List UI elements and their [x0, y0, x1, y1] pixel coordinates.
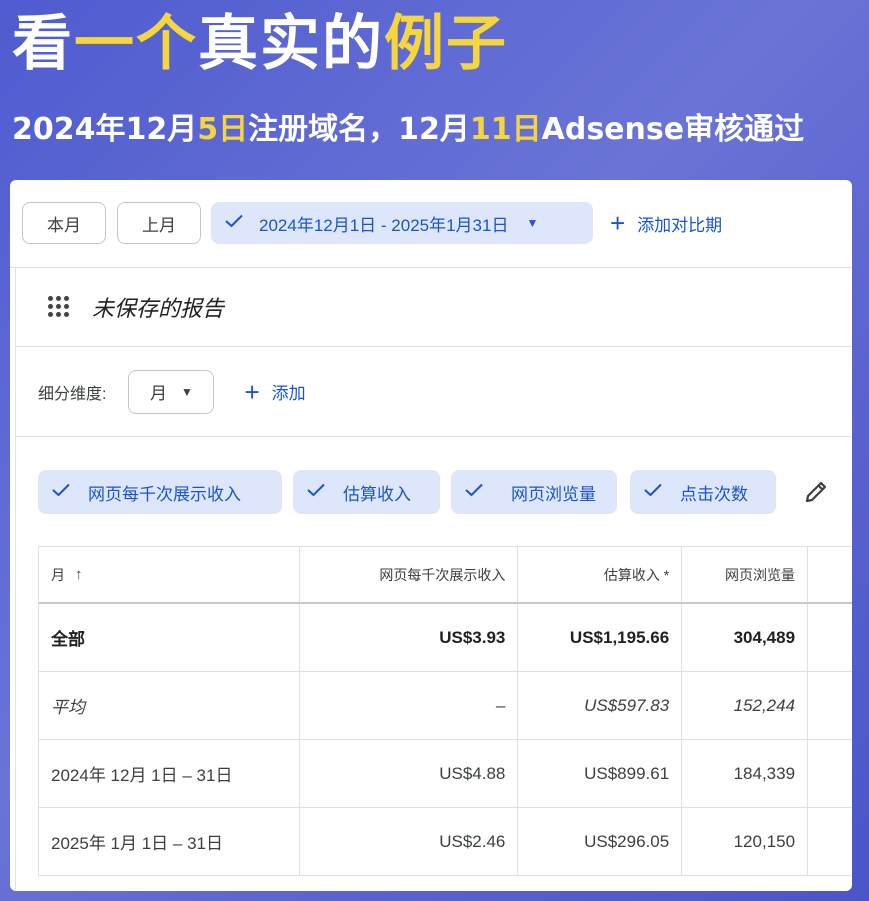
table-row: 2024年 12月 1日 – 31日 US$4.88 US$899.61 184… [38, 740, 852, 808]
hero-title-highlight-2: 例子 [384, 9, 508, 79]
column-header-pageviews[interactable]: 网页浏览量 [682, 547, 809, 602]
table-cell: US$597.83 [518, 672, 683, 739]
column-header-overflow [808, 547, 852, 602]
table-cell: 304,489 [682, 604, 809, 671]
metric-chip-rpm[interactable]: 网页每千次展示收入 [38, 470, 282, 514]
breakdown-row: 细分维度: 月 ▼ + 添加 [15, 347, 852, 437]
table-cell [808, 604, 852, 671]
caret-down-icon: ▼ [526, 216, 539, 230]
metric-label: 点击次数 [680, 484, 748, 504]
report-card: 本月 上月 2024年12月1日 - 2025年1月31日 ▼ + 添加对比期 … [10, 180, 852, 891]
table-header-row: 月 ↑ 网页每千次展示收入 估算收入 * 网页浏览量 [38, 547, 852, 604]
table-cell: US$899.61 [518, 740, 683, 807]
metric-chip-pageviews[interactable]: 网页浏览量 [451, 470, 617, 514]
table-cell: US$296.05 [518, 808, 683, 875]
metric-label: 估算收入 [343, 484, 411, 504]
hero-title-mid: 真实的 [198, 9, 384, 79]
table-cell: 2025年 1月 1日 – 31日 [39, 808, 300, 875]
caret-down-icon: ▼ [181, 384, 193, 399]
this-month-button[interactable]: 本月 [22, 202, 106, 244]
header-label: 月 [51, 566, 65, 583]
table-row: 全部 US$3.93 US$1,195.66 304,489 [38, 604, 852, 672]
table-cell: 平均 [39, 672, 300, 739]
table-row: 平均 – US$597.83 152,244 [38, 672, 852, 740]
check-icon [52, 482, 74, 502]
breakdown-select-value: 月 [150, 384, 167, 403]
metric-label: 网页每千次展示收入 [88, 484, 241, 504]
table-cell [808, 808, 852, 875]
date-range-label: 2024年12月1日 - 2025年1月31日 [259, 215, 509, 235]
table-cell: 120,150 [682, 808, 809, 875]
edit-pencil-icon[interactable] [802, 478, 830, 506]
hero-subtitle: 2024年12月5日注册域名，12月11日Adsense审核通过 [12, 108, 804, 152]
sort-up-icon: ↑ [75, 566, 83, 583]
add-compare-button[interactable]: + 添加对比期 [610, 202, 722, 244]
table-cell: 全部 [39, 604, 300, 671]
check-icon [307, 482, 329, 502]
drag-grid-icon[interactable] [48, 296, 70, 318]
hero-title-prefix: 看 [12, 9, 74, 79]
table-cell: US$3.93 [300, 604, 519, 671]
report-title[interactable]: 未保存的报告 [92, 291, 224, 323]
plus-icon: + [244, 376, 260, 407]
metric-label: 网页浏览量 [511, 484, 596, 504]
breakdown-label: 细分维度: [38, 385, 107, 403]
hero-sub-highlight-2: 11日 [469, 112, 542, 147]
hero-sub-highlight-1: 5日 [197, 112, 249, 147]
hero-title: 看一个真实的例子 [12, 8, 508, 80]
check-icon [465, 482, 487, 502]
plus-icon: + [610, 208, 626, 238]
table-cell: US$2.46 [300, 808, 519, 875]
table-cell: – [300, 672, 519, 739]
add-breakdown-button[interactable]: + 添加 [244, 379, 305, 405]
hero-sub-part3: Adsense审核通过 [541, 112, 805, 147]
table-row: 2025年 1月 1日 – 31日 US$2.46 US$296.05 120,… [38, 808, 852, 876]
check-icon [644, 482, 666, 502]
last-month-button[interactable]: 上月 [117, 202, 201, 244]
report-table: 月 ↑ 网页每千次展示收入 估算收入 * 网页浏览量 全部 US$3.93 US… [38, 546, 852, 876]
breakdown-select[interactable]: 月 ▼ [128, 369, 215, 414]
column-header-rpm[interactable]: 网页每千次展示收入 [300, 547, 519, 602]
hero-sub-part1: 2024年12月 [12, 112, 198, 147]
table-cell [808, 740, 852, 807]
column-header-month[interactable]: 月 ↑ [39, 547, 300, 602]
column-header-earnings[interactable]: 估算收入 * [518, 547, 683, 602]
report-header: 未保存的报告 [15, 268, 852, 347]
date-toolbar: 本月 上月 2024年12月1日 - 2025年1月31日 ▼ + 添加对比期 [10, 180, 852, 268]
check-icon [225, 213, 247, 233]
add-compare-label: 添加对比期 [637, 215, 723, 235]
table-cell: 184,339 [682, 740, 809, 807]
metric-chip-clicks[interactable]: 点击次数 [630, 470, 776, 514]
table-cell: US$4.88 [300, 740, 519, 807]
table-cell: 2024年 12月 1日 – 31日 [39, 740, 300, 807]
table-cell: US$1,195.66 [518, 604, 683, 671]
hero-sub-part2: 注册域名，12月 [248, 112, 470, 147]
table-cell [808, 672, 852, 739]
metric-chip-earnings[interactable]: 估算收入 [293, 470, 440, 514]
hero-title-highlight-1: 一个 [74, 9, 198, 79]
add-breakdown-label: 添加 [271, 384, 306, 403]
table-cell: 152,244 [682, 672, 809, 739]
date-range-selector[interactable]: 2024年12月1日 - 2025年1月31日 ▼ [211, 202, 593, 244]
